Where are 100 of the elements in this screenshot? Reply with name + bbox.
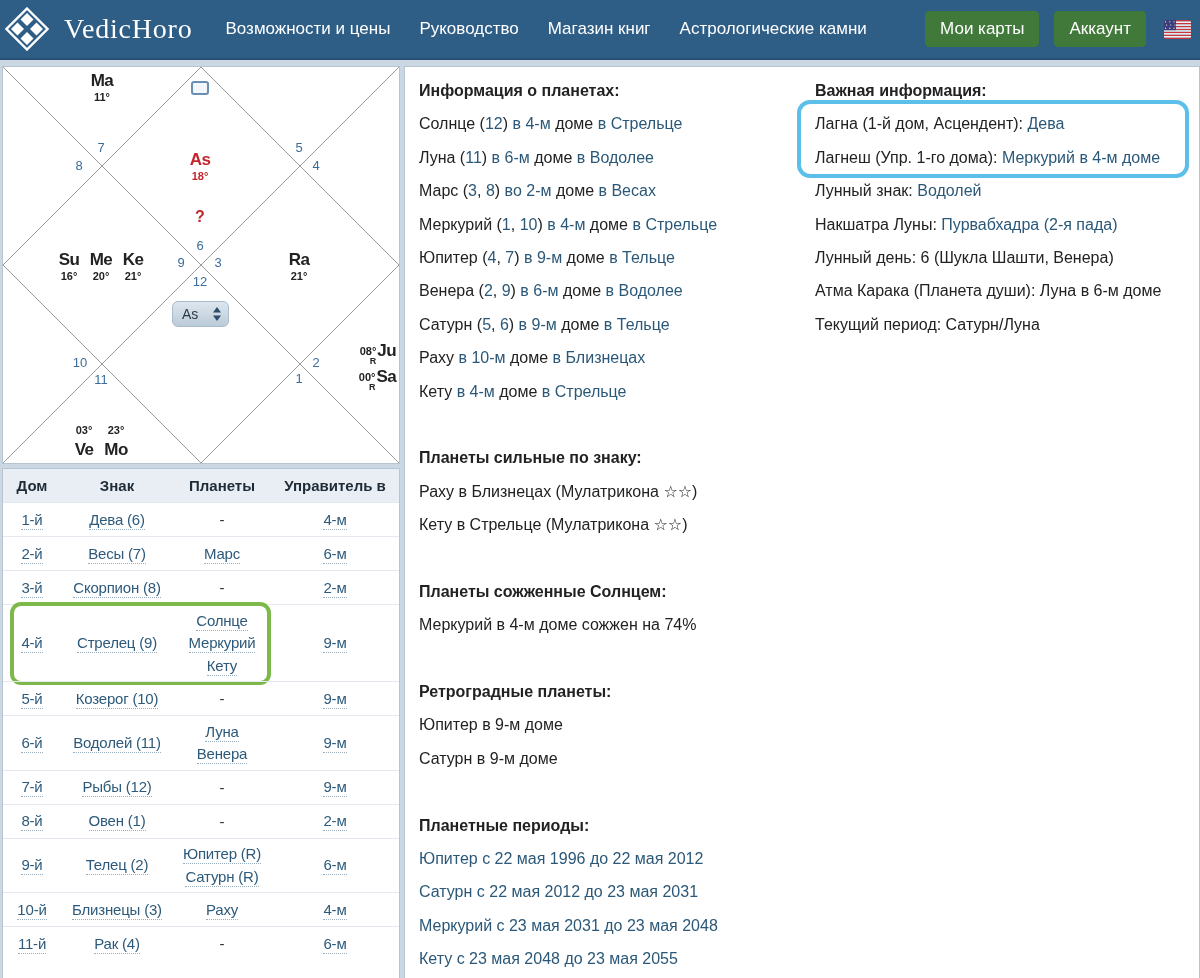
sign-link[interactable]: Водолей (11) (73, 732, 161, 753)
nav-link[interactable]: Магазин книг (547, 19, 651, 39)
planet-link[interactable]: Марс (203, 543, 241, 564)
info-link[interactable]: в 4-м (512, 115, 551, 133)
sign-link[interactable]: Овен (1) (88, 811, 146, 831)
house-link[interactable]: 8-й (21, 811, 43, 831)
info-link[interactable]: в 9-м (523, 248, 563, 266)
period-link[interactable]: Меркурий с 23 мая 2031 до 23 мая 2048 (419, 916, 718, 934)
info-link[interactable]: 3 (468, 182, 477, 200)
sign-link[interactable]: Весы (7) (88, 543, 146, 564)
planet-link[interactable]: Луна (205, 721, 239, 742)
sign-link[interactable]: Дева (6) (89, 509, 145, 530)
period-link[interactable]: Юпитер с 22 мая 1996 до 22 мая 2012 (419, 850, 704, 867)
planet-link[interactable]: Сатурн (R) (185, 866, 259, 887)
flag-icon[interactable] (1164, 19, 1191, 39)
question-mark[interactable]: ? (195, 208, 205, 226)
sign-link[interactable]: Козерог (10) (75, 688, 159, 709)
sign-link[interactable]: Близнецы (3) (72, 899, 162, 920)
planet-link[interactable]: Солнце (196, 610, 248, 631)
empty-dash: - (219, 777, 225, 797)
lord-link[interactable]: 9-м (323, 777, 347, 797)
info-link[interactable]: Меркурий в 4-м доме (1001, 148, 1161, 166)
sign-link[interactable]: Рыбы (12) (82, 777, 152, 797)
period-link[interactable]: Кету с 23 мая 2048 до 23 мая 2055 (419, 950, 678, 968)
info-link[interactable]: 8 (485, 182, 495, 200)
lord-link[interactable]: 9-м (323, 688, 347, 709)
info-link[interactable]: в Тельце (603, 315, 670, 333)
house-link[interactable]: 6-й (21, 732, 43, 753)
info-link[interactable]: в 6-м (491, 148, 530, 166)
info-line: Лагна (1-й дом, Асцендент): Дева (815, 115, 1065, 133)
planet-link[interactable]: Меркурий (188, 633, 256, 653)
info-link[interactable]: Пурвабхадра (2-я пада) (941, 215, 1118, 233)
header-button[interactable]: Мои карты (925, 11, 1040, 47)
info-link[interactable]: 11 (465, 148, 482, 166)
house-link[interactable]: 7-й (21, 777, 43, 797)
planet-link[interactable]: Кету (206, 655, 238, 676)
header-button[interactable]: Аккаунт (1054, 11, 1146, 47)
nav-link[interactable]: Возможности и цены (225, 19, 391, 39)
info-link[interactable]: в 9-м (518, 315, 557, 333)
info-link[interactable]: Дева (1027, 115, 1065, 133)
logo-text[interactable]: VedicHoro (64, 13, 193, 45)
house-link[interactable]: 5-й (21, 688, 43, 709)
info-link[interactable]: в 6-м (520, 282, 559, 300)
info-link[interactable]: 9 (501, 282, 511, 300)
lord-link[interactable]: 9-м (323, 732, 347, 753)
sign-link[interactable]: Телец (2) (85, 855, 149, 876)
house-link[interactable]: 11-й (17, 933, 47, 954)
lord-link[interactable]: 6-м (323, 855, 347, 876)
info-link[interactable]: в Стрельце (597, 115, 683, 133)
info-link[interactable]: во 2-м (504, 182, 552, 200)
rectangle-icon[interactable] (191, 81, 209, 95)
info-link[interactable]: в 4-м (456, 382, 495, 400)
house-link[interactable]: 9-й (21, 855, 43, 876)
info-link[interactable]: 1 (501, 215, 511, 233)
retrograde-mark: R (369, 357, 377, 366)
nav-link[interactable]: Руководство (419, 19, 519, 39)
nav-link[interactable]: Астрологические камни (679, 19, 867, 39)
info-link[interactable]: в Стрельце (541, 382, 627, 400)
logo-icon[interactable] (5, 7, 49, 51)
planet-link[interactable]: Венера (196, 744, 248, 764)
info-link[interactable]: в Тельце (609, 248, 675, 266)
lord-link[interactable]: 4-м (323, 509, 347, 530)
planet-abbreviation: Ma (90, 71, 114, 91)
lord-link[interactable]: 4-м (323, 899, 347, 920)
lord-link[interactable]: 9-м (323, 633, 347, 653)
house-link[interactable]: 10-й (17, 899, 47, 920)
info-line: Меркурий (1, 10) в 4-м доме в Стрельце (419, 215, 718, 233)
info-link[interactable]: 2 (483, 282, 493, 300)
info-link[interactable]: Водолей (917, 182, 982, 200)
column-header: Управитель в (284, 477, 386, 494)
lord-link[interactable]: 6-м (323, 543, 347, 564)
info-link[interactable]: 7 (505, 248, 515, 266)
sign-link[interactable]: Рак (4) (94, 933, 140, 954)
house-link[interactable]: 1-й (21, 509, 43, 530)
info-link[interactable]: в 10-м (458, 349, 506, 367)
period-link[interactable]: Сатурн с 22 мая 2012 до 23 мая 2031 (419, 883, 699, 901)
info-link[interactable]: в Стрельце (632, 215, 718, 233)
planet-abbreviation: As (189, 150, 211, 170)
lord-link[interactable]: 6-м (323, 933, 347, 954)
chart-select[interactable]: As (172, 301, 229, 327)
info-link[interactable]: в Водолее (576, 148, 654, 166)
house-link[interactable]: 3-й (21, 577, 43, 598)
planet-link[interactable]: Раху (205, 899, 239, 920)
info-link[interactable]: в Водолее (605, 282, 683, 300)
info-link[interactable]: в Весах (598, 182, 656, 200)
updown-arrows-icon (213, 307, 221, 321)
info-link[interactable]: 4 (487, 248, 497, 266)
planet-link[interactable]: Юпитер (R) (182, 844, 261, 864)
info-link[interactable]: 10 (519, 215, 538, 233)
info-link[interactable]: в 4-м (547, 215, 586, 233)
lord-link[interactable]: 2-м (323, 811, 347, 831)
house-link[interactable]: 4-й (21, 633, 43, 653)
house-link[interactable]: 2-й (21, 543, 43, 564)
lord-link[interactable]: 2-м (323, 577, 347, 598)
info-line: Венера (2, 9) в 6-м доме в Водолее (419, 282, 683, 300)
info-link[interactable]: 12 (484, 115, 503, 133)
info-link[interactable]: 6 (499, 315, 509, 333)
sign-link[interactable]: Скорпион (8) (73, 577, 161, 598)
info-link[interactable]: в Близнецах (552, 349, 646, 367)
sign-link[interactable]: Стрелец (9) (77, 633, 157, 653)
